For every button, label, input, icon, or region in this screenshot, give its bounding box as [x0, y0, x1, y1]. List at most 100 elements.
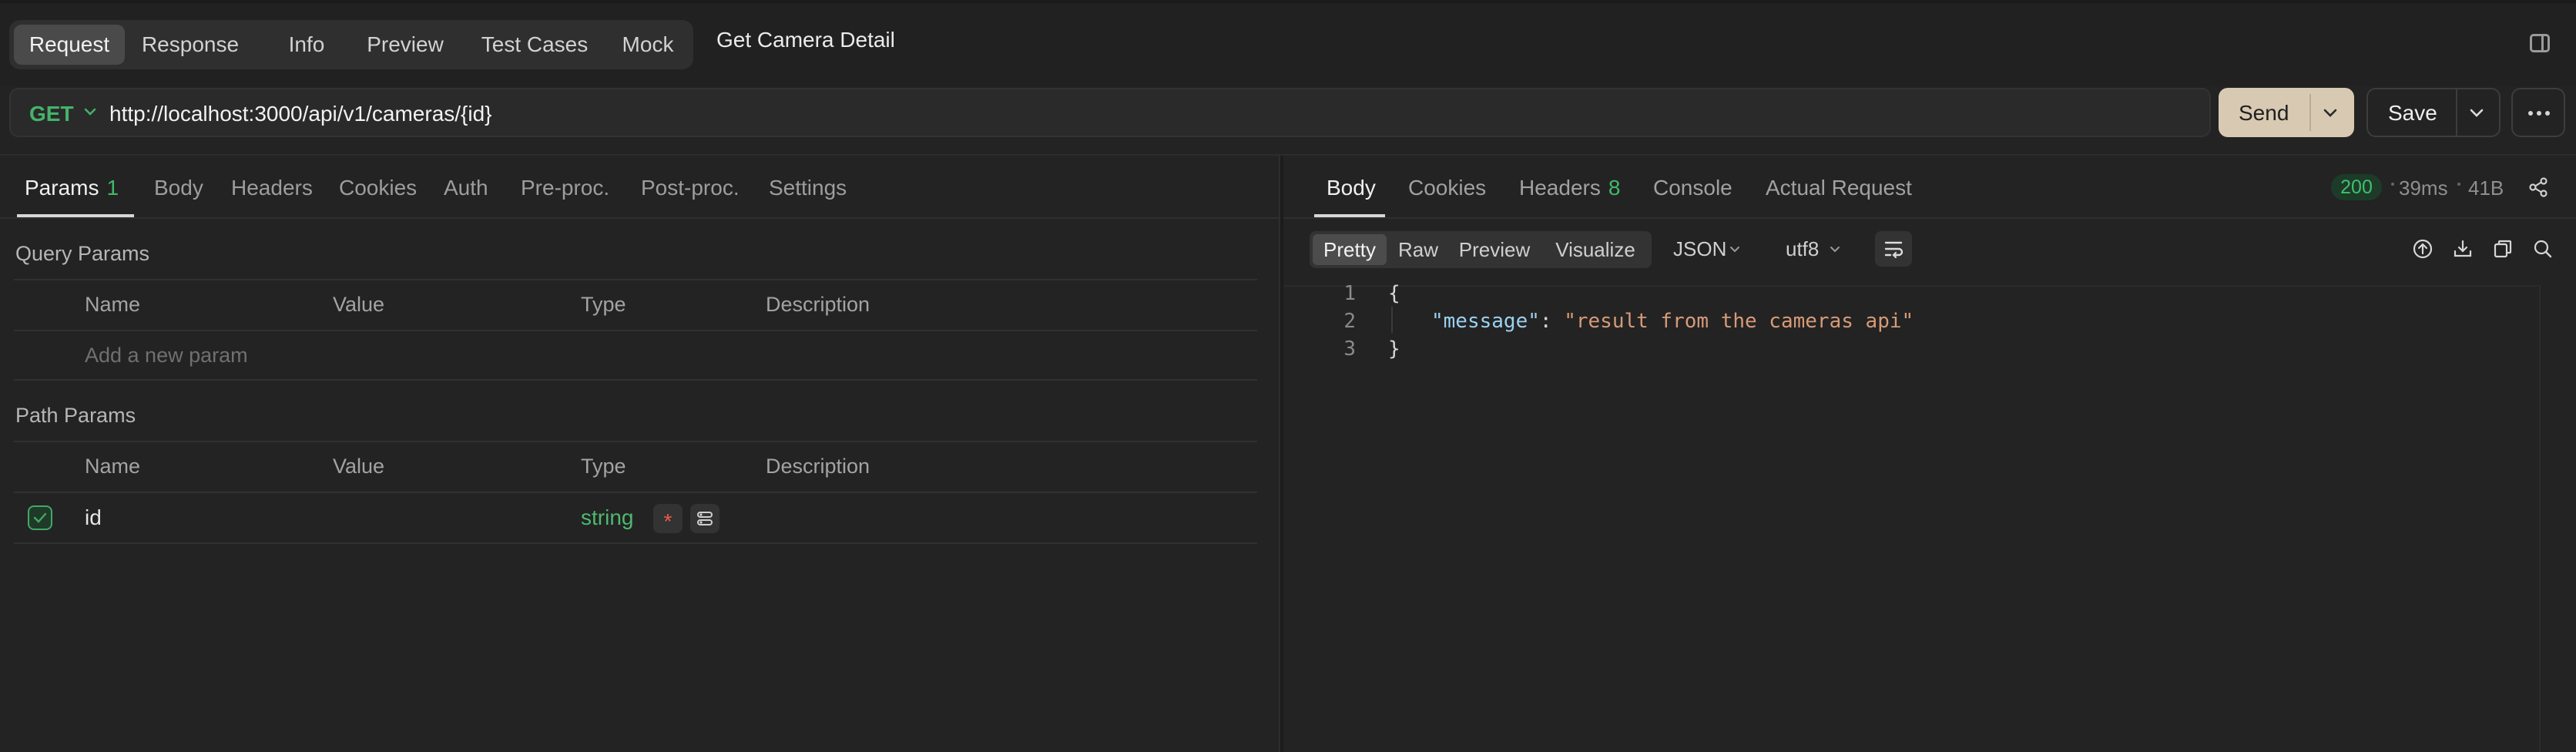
tab-info[interactable]: Info	[276, 25, 337, 65]
table-divider	[14, 330, 1257, 331]
tab-response-body[interactable]: Body	[1327, 176, 1376, 200]
save-button-label: Save	[2388, 101, 2437, 125]
column-header-value: Value	[333, 455, 385, 478]
code-line: "message": "result from the cameras api"	[1431, 310, 1914, 333]
save-button[interactable]: Save	[2366, 88, 2501, 137]
main-tab-group: Request Response Info Preview Test Cases…	[9, 20, 693, 69]
tab-divider	[0, 217, 1279, 219]
json-key: "message"	[1431, 310, 1540, 333]
send-button-label: Send	[2239, 101, 2289, 125]
tab-cookies[interactable]: Cookies	[339, 176, 417, 200]
view-mode-group: Pretty Raw Preview Visualize	[1310, 231, 1652, 268]
line-number: 3	[1343, 337, 1356, 361]
share-icon[interactable]	[2527, 176, 2550, 199]
param-name[interactable]: id	[85, 505, 102, 530]
tab-post-processors[interactable]: Post-proc.	[641, 176, 740, 200]
tab-test-cases[interactable]: Test Cases	[468, 25, 601, 65]
word-wrap-icon[interactable]	[1875, 231, 1912, 267]
meta-separator	[2457, 183, 2460, 186]
line-number: 1	[1343, 282, 1356, 305]
tab-headers[interactable]: Headers	[231, 176, 313, 200]
tab-mock[interactable]: Mock	[610, 25, 686, 65]
search-icon[interactable]	[2531, 237, 2554, 260]
method-select[interactable]: GET	[29, 102, 74, 126]
tab-pre-processors[interactable]: Pre-proc.	[521, 176, 609, 200]
headers-count-badge: 8	[1608, 176, 1621, 200]
column-header-value: Value	[333, 293, 385, 316]
editor-top-border	[1283, 285, 2539, 287]
check-icon	[33, 512, 47, 523]
encoding-select[interactable]: utf8	[1786, 237, 1819, 261]
view-pretty[interactable]: Pretty	[1313, 234, 1387, 265]
chevron-down-icon[interactable]	[82, 103, 99, 120]
view-raw[interactable]: Raw	[1391, 234, 1445, 265]
table-divider	[14, 441, 1257, 442]
chevron-down-icon[interactable]	[1827, 242, 1843, 257]
column-header-name: Name	[85, 293, 141, 316]
download-icon[interactable]	[2451, 237, 2474, 260]
path-params-title: Path Params	[15, 404, 136, 427]
code-line: }	[1388, 337, 1400, 361]
table-divider	[14, 279, 1257, 280]
column-header-name: Name	[85, 455, 141, 478]
column-header-type: Type	[581, 293, 626, 316]
chevron-down-icon[interactable]	[2467, 103, 2487, 123]
pane-resize-handle[interactable]	[1279, 156, 1283, 752]
format-select[interactable]: JSON	[1673, 237, 1726, 261]
more-horizontal-icon[interactable]	[2511, 88, 2565, 137]
tab-response-headers-label: Headers	[1519, 176, 1601, 200]
url-input[interactable]: http://localhost:3000/api/v1/cameras/{id…	[109, 102, 492, 126]
column-header-description: Description	[766, 293, 870, 316]
send-divider	[2309, 94, 2311, 131]
toolbar-divider	[0, 154, 2576, 156]
tab-divider	[1283, 217, 2576, 219]
upload-icon[interactable]	[2411, 237, 2434, 260]
query-params-title: Query Params	[15, 242, 150, 265]
json-string-value: "result from the cameras api"	[1564, 310, 1914, 333]
url-bar[interactable]: GET http://localhost:3000/api/v1/cameras…	[9, 88, 2211, 137]
tab-request[interactable]: Request	[14, 25, 125, 65]
table-divider	[14, 492, 1257, 493]
tab-auth[interactable]: Auth	[444, 176, 488, 200]
column-header-description: Description	[766, 455, 870, 478]
tab-response-headers[interactable]: Headers 8	[1519, 176, 1620, 200]
tab-params-label: Params	[25, 176, 99, 200]
tab-console[interactable]: Console	[1653, 176, 1732, 200]
params-count-badge: 1	[106, 176, 119, 200]
send-button[interactable]: Send	[2219, 88, 2354, 137]
save-divider	[2456, 89, 2457, 136]
editor-scrollbar[interactable]	[2539, 285, 2541, 752]
tab-settings[interactable]: Settings	[769, 176, 847, 200]
json-colon: :	[1539, 310, 1565, 333]
tab-actual-request[interactable]: Actual Request	[1766, 176, 1912, 200]
tab-response[interactable]: Response	[132, 25, 248, 65]
view-visualize[interactable]: Visualize	[1544, 234, 1647, 265]
tab-params[interactable]: Params 1	[25, 176, 119, 200]
status-badge: 200	[2331, 174, 2382, 200]
line-number: 2	[1343, 310, 1356, 333]
meta-separator	[2391, 183, 2394, 186]
tab-preview[interactable]: Preview	[351, 25, 459, 65]
column-header-type: Type	[581, 455, 626, 478]
window-edge	[0, 0, 2576, 3]
top-bar: Request Response Info Preview Test Cases…	[0, 0, 2576, 86]
response-time: 39ms	[2399, 176, 2448, 200]
tab-body[interactable]: Body	[154, 176, 203, 200]
sidebar-toggle-icon[interactable]	[2530, 34, 2550, 52]
code-line: {	[1388, 282, 1400, 305]
response-size: 41B	[2468, 176, 2504, 200]
indent-guide	[1391, 307, 1393, 333]
copy-icon[interactable]	[2491, 237, 2514, 260]
param-enabled-checkbox[interactable]	[28, 505, 52, 530]
chevron-down-icon[interactable]	[2320, 103, 2340, 123]
page-title: Get Camera Detail	[716, 28, 895, 52]
param-type[interactable]: string	[581, 505, 633, 530]
add-param-input[interactable]: Add a new param	[85, 344, 248, 368]
required-toggle[interactable]: *	[653, 504, 683, 533]
table-divider	[14, 542, 1257, 544]
param-settings-icon[interactable]	[690, 504, 719, 533]
view-preview[interactable]: Preview	[1451, 234, 1538, 265]
chevron-down-icon[interactable]	[1727, 242, 1742, 257]
tab-response-cookies[interactable]: Cookies	[1408, 176, 1486, 200]
table-divider	[14, 379, 1257, 381]
